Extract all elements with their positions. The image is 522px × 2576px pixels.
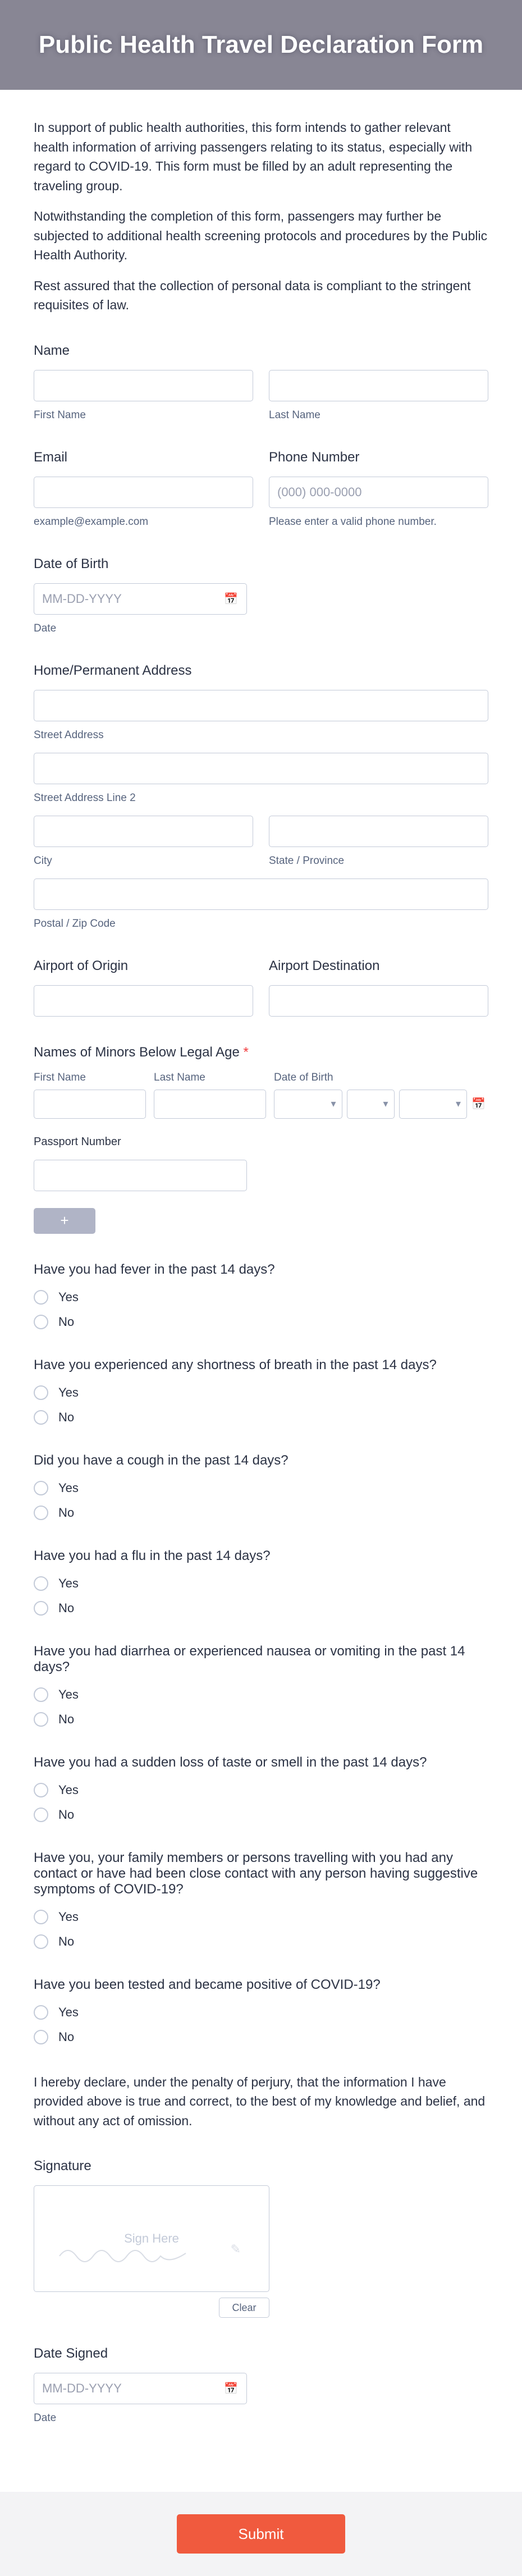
first-name-sublabel: First Name bbox=[34, 409, 253, 422]
first-name-input[interactable] bbox=[34, 370, 253, 401]
street-sublabel: Street Address bbox=[34, 729, 488, 742]
signature-label: Signature bbox=[34, 2158, 488, 2174]
form-container: Public Health Travel Declaration Form In… bbox=[0, 0, 522, 2576]
question-contact-label: Have you, your family members or persons… bbox=[34, 1850, 488, 1897]
signature-placeholder-icon bbox=[57, 2242, 214, 2274]
question-fever-label: Have you had fever in the past 14 days? bbox=[34, 1262, 488, 1278]
state-sublabel: State / Province bbox=[269, 855, 488, 867]
radio-yes[interactable] bbox=[34, 1290, 48, 1305]
passport-label: Passport Number bbox=[34, 1136, 488, 1149]
pencil-icon: ✎ bbox=[231, 2242, 241, 2257]
minors-header-ln: Last Name bbox=[154, 1072, 266, 1084]
radio-no[interactable] bbox=[34, 1601, 48, 1616]
radio-no[interactable] bbox=[34, 1506, 48, 1520]
calendar-icon[interactable]: 📅 bbox=[471, 1097, 488, 1111]
last-name-input[interactable] bbox=[269, 370, 488, 401]
intro-paragraph-3: Rest assured that the collection of pers… bbox=[34, 276, 488, 315]
question-cough-label: Did you have a cough in the past 14 days… bbox=[34, 1453, 488, 1468]
minors-header-fn: First Name bbox=[34, 1072, 146, 1084]
radio-no[interactable] bbox=[34, 1934, 48, 1949]
submit-button[interactable]: Submit bbox=[177, 2514, 345, 2554]
name-section: Name First Name Last Name bbox=[34, 343, 488, 422]
postal-sublabel: Postal / Zip Code bbox=[34, 918, 488, 930]
email-sublabel: example@example.com bbox=[34, 516, 253, 528]
street2-sublabel: Street Address Line 2 bbox=[34, 792, 488, 804]
dob-label: Date of Birth bbox=[34, 556, 488, 572]
passport-input[interactable] bbox=[34, 1160, 247, 1191]
submit-bar: Submit bbox=[0, 2492, 522, 2576]
calendar-icon[interactable]: 📅 bbox=[224, 2382, 238, 2396]
radio-no[interactable] bbox=[34, 1315, 48, 1329]
date-signed-sublabel: Date bbox=[34, 2412, 488, 2424]
address-label: Home/Permanent Address bbox=[34, 663, 488, 679]
city-sublabel: City bbox=[34, 855, 253, 867]
radio-no[interactable] bbox=[34, 1410, 48, 1425]
street-input[interactable] bbox=[34, 690, 488, 721]
phone-label: Phone Number bbox=[269, 450, 488, 465]
city-input[interactable] bbox=[34, 816, 253, 847]
intro-paragraph-2: Notwithstanding the completion of this f… bbox=[34, 207, 488, 265]
state-input[interactable] bbox=[269, 816, 488, 847]
minors-label: Names of Minors Below Legal Age * bbox=[34, 1045, 488, 1060]
question-breath-label: Have you experienced any shortness of br… bbox=[34, 1357, 488, 1373]
signature-pad[interactable]: Sign Here ✎ bbox=[34, 2185, 269, 2292]
question-flu-label: Have you had a flu in the past 14 days? bbox=[34, 1548, 488, 1564]
add-row-button[interactable]: + bbox=[34, 1208, 95, 1234]
calendar-icon[interactable]: 📅 bbox=[224, 592, 238, 606]
radio-no[interactable] bbox=[34, 1712, 48, 1727]
header-banner: Public Health Travel Declaration Form bbox=[0, 0, 522, 90]
question-positive-label: Have you been tested and became positive… bbox=[34, 1977, 488, 1993]
origin-label: Airport of Origin bbox=[34, 958, 253, 974]
radio-yes[interactable] bbox=[34, 1783, 48, 1797]
postal-input[interactable] bbox=[34, 879, 488, 910]
name-label: Name bbox=[34, 343, 488, 359]
sign-here-text: Sign Here bbox=[124, 2231, 179, 2246]
radio-no[interactable] bbox=[34, 2030, 48, 2044]
phone-input[interactable] bbox=[269, 477, 488, 508]
clear-button[interactable]: Clear bbox=[219, 2298, 269, 2318]
email-input[interactable] bbox=[34, 477, 253, 508]
dob-sublabel: Date bbox=[34, 623, 488, 635]
intro-paragraph-1: In support of public health authorities,… bbox=[34, 118, 488, 195]
minor-year-select[interactable]: ▾ bbox=[399, 1090, 468, 1119]
question-diarrhea-label: Have you had diarrhea or experienced nau… bbox=[34, 1644, 488, 1675]
last-name-sublabel: Last Name bbox=[269, 409, 488, 422]
minors-header-dob: Date of Birth bbox=[274, 1072, 488, 1084]
table-row: ▾ ▾ ▾ 📅 bbox=[34, 1090, 488, 1119]
radio-yes[interactable] bbox=[34, 1576, 48, 1591]
minor-month-select[interactable]: ▾ bbox=[274, 1090, 342, 1119]
street2-input[interactable] bbox=[34, 753, 488, 784]
phone-sublabel: Please enter a valid phone number. bbox=[269, 516, 488, 528]
minor-day-select[interactable]: ▾ bbox=[347, 1090, 395, 1119]
date-signed-label: Date Signed bbox=[34, 2346, 488, 2362]
minor-fn-input[interactable] bbox=[34, 1090, 146, 1119]
radio-yes[interactable] bbox=[34, 1385, 48, 1400]
radio-yes[interactable] bbox=[34, 1481, 48, 1495]
dob-input[interactable] bbox=[34, 583, 247, 615]
origin-input[interactable] bbox=[34, 985, 253, 1017]
date-signed-input[interactable] bbox=[34, 2373, 247, 2404]
minor-ln-input[interactable] bbox=[154, 1090, 266, 1119]
question-taste-label: Have you had a sudden loss of taste or s… bbox=[34, 1755, 488, 1770]
plus-icon: + bbox=[60, 1212, 68, 1229]
email-label: Email bbox=[34, 450, 253, 465]
destination-input[interactable] bbox=[269, 985, 488, 1017]
radio-yes[interactable] bbox=[34, 2005, 48, 2020]
radio-yes[interactable] bbox=[34, 1687, 48, 1702]
radio-yes[interactable] bbox=[34, 1910, 48, 1924]
radio-no[interactable] bbox=[34, 1808, 48, 1822]
destination-label: Airport Destination bbox=[269, 958, 488, 974]
page-title: Public Health Travel Declaration Form bbox=[39, 31, 483, 59]
declaration-text: I hereby declare, under the penalty of p… bbox=[34, 2072, 488, 2131]
